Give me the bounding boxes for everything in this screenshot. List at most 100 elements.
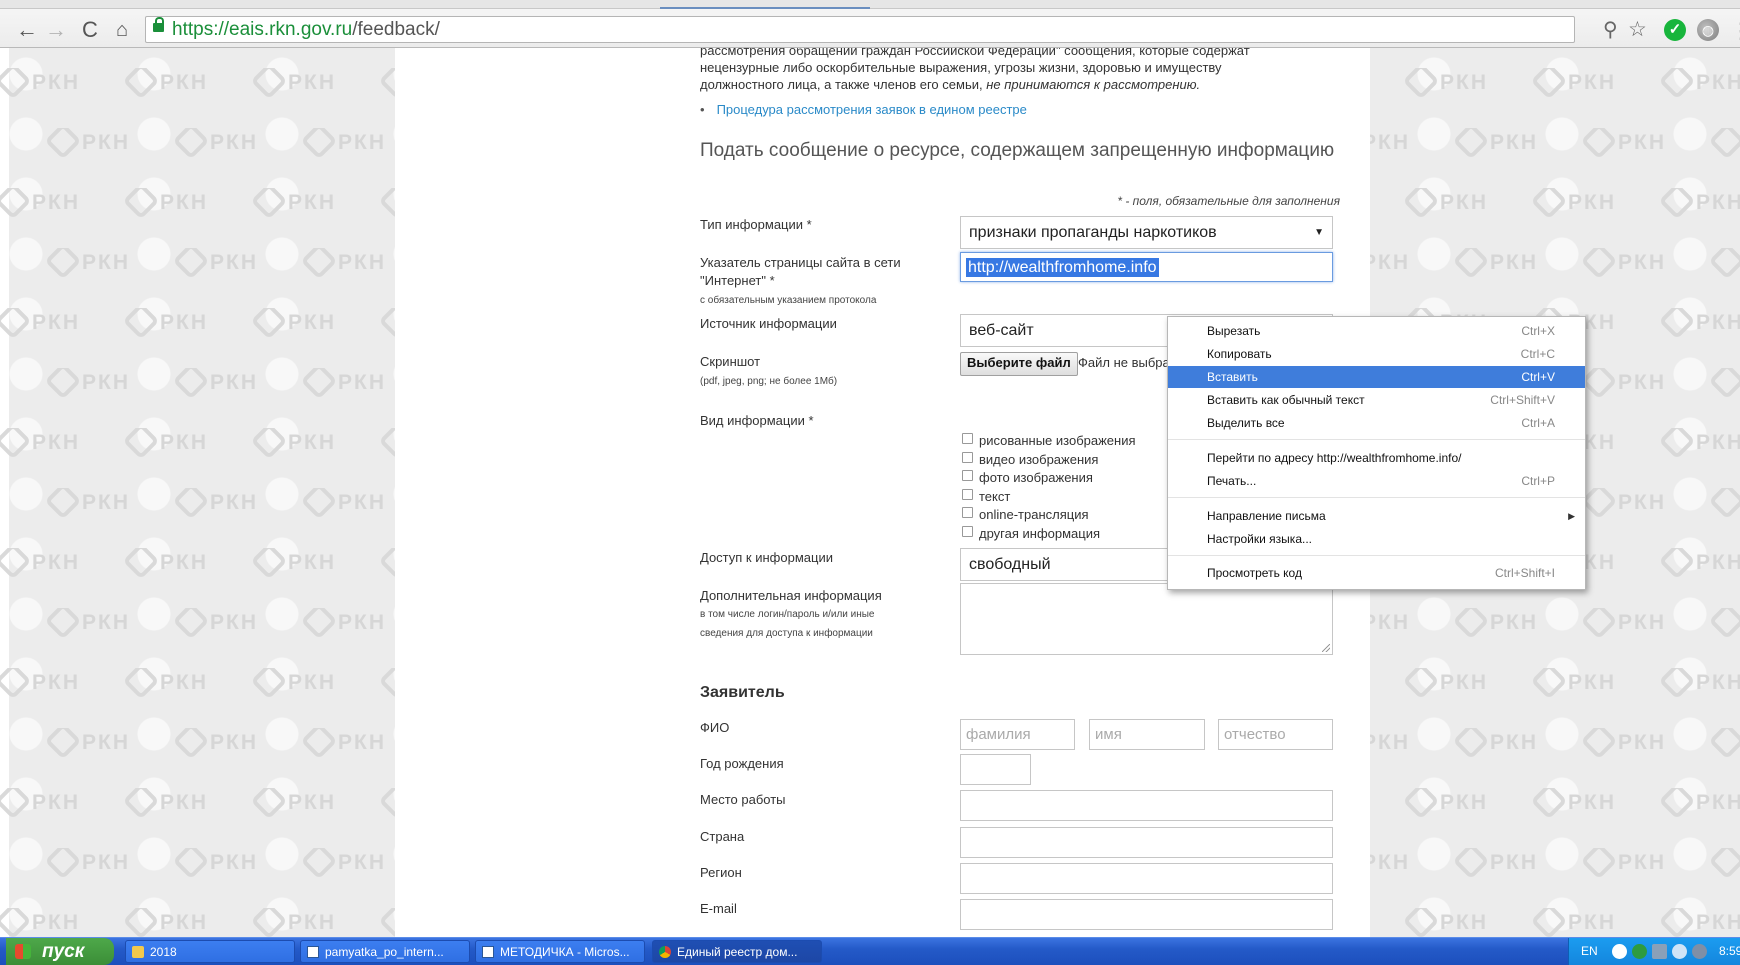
watermark-logo: РКН	[172, 728, 306, 758]
info-type-select[interactable]: признаки пропаганды наркотиков ▼	[960, 216, 1333, 249]
rkn-logo-icon	[250, 668, 288, 698]
tray-update-icon[interactable]	[1672, 944, 1687, 959]
rkn-logo-icon	[44, 488, 82, 518]
surname-input[interactable]: фамилия	[960, 719, 1075, 750]
rkn-logo-icon	[172, 248, 210, 278]
watermark-logo: РКН	[250, 908, 384, 937]
language-indicator[interactable]: EN	[1581, 938, 1598, 965]
checkbox-icon[interactable]	[962, 470, 973, 481]
procedure-link[interactable]: Процедура рассмотрения заявок в едином р…	[700, 102, 1027, 117]
view-option-checkbox[interactable]: фото изображения	[962, 470, 1093, 485]
taskbar-item-word-2[interactable]: МЕТОДИЧКА - Micros...	[475, 940, 645, 963]
rkn-logo-icon	[0, 548, 32, 578]
rkn-logo-icon	[122, 188, 160, 218]
address-bar[interactable]: https://eais.rkn.gov.ru/feedback/	[145, 16, 1575, 43]
form-title: Подать сообщение о ресурсе, содержащем з…	[700, 140, 1335, 161]
watermark-logo: РКН	[1708, 248, 1740, 278]
extension-globe-icon[interactable]: ◍	[1697, 19, 1719, 41]
rkn-logo-icon	[44, 608, 82, 638]
checkbox-icon[interactable]	[962, 507, 973, 518]
extra-textarea[interactable]	[960, 583, 1333, 655]
dropdown-arrow-icon: ▼	[1314, 227, 1324, 238]
home-icon[interactable]: ⌂	[110, 18, 134, 42]
watermark-logo: РКН	[250, 548, 384, 578]
taskbar-item-folder[interactable]: 2018	[125, 940, 295, 963]
browser-toolbar: ← → C ⌂ https://eais.rkn.gov.ru/feedback…	[0, 0, 1740, 48]
watermark-logo: РКН	[1708, 608, 1740, 638]
work-label: Место работы	[700, 792, 786, 807]
menu-item-cut[interactable]: Вырезать Ctrl+X	[1168, 320, 1585, 342]
patronymic-input[interactable]: отчество	[1218, 719, 1333, 750]
menu-item-print[interactable]: Печать... Ctrl+P	[1168, 470, 1585, 492]
watermark-logo: РКН	[1530, 188, 1664, 218]
reload-icon[interactable]: C	[78, 18, 102, 42]
watermark-logo: РКН	[122, 308, 256, 338]
bookmark-star-icon[interactable]: ☆	[1628, 18, 1647, 42]
rkn-logo-icon	[172, 128, 210, 158]
menu-item-writing-direction[interactable]: Направление письма ▶	[1168, 505, 1585, 527]
windows-logo-icon	[15, 944, 31, 959]
forward-icon[interactable]: →	[44, 18, 68, 42]
url-input[interactable]: http://wealthfromhome.info	[960, 252, 1333, 282]
work-input[interactable]	[960, 790, 1333, 821]
menu-item-go-to-address[interactable]: Перейти по адресу http://wealthfromhome.…	[1168, 447, 1585, 469]
url-label-2: "Интернет" *	[700, 273, 775, 288]
menu-item-copy[interactable]: Копировать Ctrl+C	[1168, 343, 1585, 365]
extra-label: Дополнительная информация	[700, 588, 882, 603]
birth-year-input[interactable]	[960, 754, 1031, 785]
tray-back-icon[interactable]	[1612, 944, 1627, 959]
choose-file-button[interactable]: Выберите файл	[960, 352, 1078, 376]
tray-network-icon[interactable]	[1652, 944, 1667, 959]
start-button[interactable]: пуск	[6, 938, 114, 965]
page-viewport: РКН РКН РКН РКН РКН РКН РКН РКН РКН РКН РКН РКН РКН Р…	[0, 48, 1740, 937]
email-input[interactable]	[960, 899, 1333, 930]
menu-item-paste[interactable]: Вставить Ctrl+V	[1168, 366, 1585, 388]
view-option-checkbox[interactable]: видео изображения	[962, 451, 1098, 467]
tray-shield-icon[interactable]	[1632, 944, 1647, 959]
zoom-icon[interactable]: ⚲	[1603, 18, 1618, 42]
view-option-checkbox[interactable]: рисованные изображения	[962, 433, 1136, 448]
rkn-logo-icon	[1580, 368, 1618, 398]
taskbar-item-word-1[interactable]: pamyatka_po_intern...	[300, 940, 470, 963]
checkbox-icon[interactable]	[962, 451, 973, 463]
country-input[interactable]	[960, 827, 1333, 858]
back-icon[interactable]: ←	[15, 18, 39, 42]
view-option-checkbox[interactable]: другая информация	[962, 525, 1100, 541]
menu-item-inspect[interactable]: Просмотреть код Ctrl+Shift+I	[1168, 562, 1585, 584]
extra-sublabel-2: сведения для доступа к информации	[700, 628, 873, 639]
rkn-logo-icon	[172, 488, 210, 518]
tray-volume-icon[interactable]	[1692, 944, 1707, 959]
checkbox-icon[interactable]	[962, 525, 973, 537]
view-option-checkbox[interactable]: online-трансляция	[962, 507, 1089, 522]
watermark-logo: РКН	[1658, 308, 1740, 338]
watermark-logo: РКН	[1708, 368, 1740, 398]
watermark-logo: РКН	[172, 368, 306, 398]
rkn-logo-icon	[1452, 248, 1490, 278]
system-tray: EN 8:59	[1568, 938, 1740, 965]
watermark-logo: РКН	[172, 488, 306, 518]
rkn-logo-icon	[300, 728, 338, 758]
watermark-logo: РКН	[122, 428, 256, 458]
region-input[interactable]	[960, 863, 1333, 894]
watermark-logo: РКН	[1580, 248, 1714, 278]
watermark-logo: РКН	[1530, 668, 1664, 698]
rkn-logo-icon	[1452, 128, 1490, 158]
extension-check-icon[interactable]: ✓	[1664, 19, 1686, 41]
menu-separator	[1168, 439, 1585, 440]
menu-item-paste-plain[interactable]: Вставить как обычный текст Ctrl+Shift+V	[1168, 389, 1585, 411]
checkbox-icon[interactable]	[962, 488, 973, 500]
checkbox-icon[interactable]	[962, 433, 973, 444]
watermark-logo: РКН	[1452, 848, 1586, 878]
source-label: Источник информации	[700, 316, 837, 331]
menu-item-select-all[interactable]: Выделить все Ctrl+A	[1168, 412, 1585, 434]
taskbar-item-chrome[interactable]: Единый реестр дом...	[652, 940, 822, 963]
rkn-logo-icon	[1708, 488, 1740, 518]
name-input[interactable]: имя	[1089, 719, 1205, 750]
watermark-logo: РКН	[250, 308, 384, 338]
rkn-logo-icon	[1580, 728, 1618, 758]
menu-item-language-settings[interactable]: Настройки языка...	[1168, 528, 1585, 550]
rkn-logo-icon	[300, 488, 338, 518]
browser-menu-icon[interactable]: ⋮	[1730, 18, 1740, 44]
view-option-checkbox[interactable]: текст	[962, 488, 1010, 504]
rkn-logo-icon	[250, 308, 288, 338]
